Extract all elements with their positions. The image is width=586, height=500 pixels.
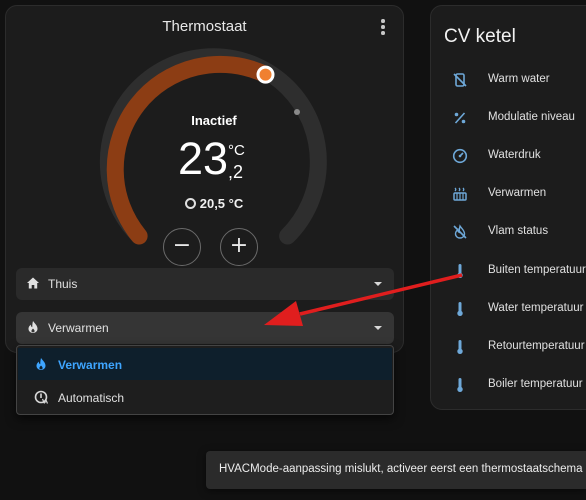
hvac-action-label: Inactief <box>191 113 237 128</box>
temperature-unit: °C <box>228 142 245 159</box>
entity-label: Water temperatuur <box>488 302 584 314</box>
thermometer-icon <box>457 378 463 392</box>
home-icon <box>27 277 39 289</box>
dropdown-option-automatisch[interactable]: Automatisch <box>18 381 392 413</box>
entity-row-warm-water[interactable]: Warm water <box>431 65 586 95</box>
preset-select-value: Thuis <box>48 277 78 291</box>
toast-message: HVACMode-aanpassing mislukt, activeer ee… <box>219 463 583 475</box>
chevron-down-icon <box>374 326 382 330</box>
entity-label: Buiten temperatuur <box>488 264 586 276</box>
current-temperature: 20,5 °C <box>199 196 244 211</box>
entity-row-water-temperatuur[interactable]: Water temperatuur <box>431 294 586 324</box>
entity-row-modulatie-niveau[interactable]: Modulatie niveau <box>431 103 586 133</box>
fire-icon <box>36 358 46 370</box>
chevron-down-icon <box>374 282 382 286</box>
target-temperature: 23 <box>178 133 229 184</box>
hvac-mode-select[interactable]: Verwarmen <box>16 312 394 344</box>
thermometer-icon <box>457 302 463 316</box>
setpoint-knob <box>256 65 275 84</box>
entity-row-retourtemperatuur[interactable]: Retourtemperatuur <box>431 332 586 362</box>
fire-off-icon <box>453 224 467 239</box>
dropdown-option-label: Verwarmen <box>58 358 123 372</box>
hvac-mode-select-value: Verwarmen <box>48 321 109 335</box>
thermometer-icon <box>184 198 196 209</box>
cv-ketel-title: CV ketel <box>444 26 516 47</box>
entity-label: Warm water <box>488 73 550 85</box>
current-temperature-row: 20,5 °C <box>6 196 422 211</box>
increase-temperature-button[interactable]: + <box>220 228 258 266</box>
dropdown-option-label: Automatisch <box>58 391 125 405</box>
entity-label: Modulatie niveau <box>488 111 575 123</box>
entity-label: Verwarmen <box>488 187 547 199</box>
decrease-temperature-button[interactable]: − <box>163 228 201 266</box>
entity-row-waterdruk[interactable]: Waterdruk <box>431 141 586 171</box>
dropdown-option-verwarmen[interactable]: Verwarmen <box>18 348 392 380</box>
cv-ketel-card: CV ketel Warm water Modulatie niveau Wat… <box>430 5 586 410</box>
thermostat-auto-icon <box>34 390 48 404</box>
radiator-icon <box>453 187 467 201</box>
error-toast: HVACMode-aanpassing mislukt, activeer ee… <box>206 451 586 489</box>
entity-label: Retourtemperatuur <box>488 340 585 352</box>
thermostat-card: Thermostaat Inactief 23 °C ,2 20,5 °C − … <box>5 5 404 353</box>
hvac-mode-dropdown: Verwarmen Automatisch <box>16 345 394 415</box>
gauge-icon <box>452 148 468 164</box>
entity-label: Vlam status <box>488 225 549 237</box>
entity-row-buiten-temperatuur[interactable]: Buiten temperatuur <box>431 256 586 286</box>
entity-label: Boiler temperatuur <box>488 378 583 390</box>
preset-select[interactable]: Thuis <box>16 268 394 300</box>
entity-label: Waterdruk <box>488 149 541 161</box>
target-temperature-decimal: ,2 <box>228 162 244 182</box>
entity-row-verwarmen[interactable]: Verwarmen <box>431 179 586 209</box>
entity-row-vlam-status[interactable]: Vlam status <box>431 217 586 247</box>
entity-row-boiler-temperatuur[interactable]: Boiler temperatuur <box>431 370 586 400</box>
fire-icon <box>28 321 38 333</box>
thermometer-icon <box>457 264 463 278</box>
thermometer-icon <box>457 340 463 354</box>
percent-icon <box>454 112 466 124</box>
water-boiler-off-icon <box>453 73 467 87</box>
